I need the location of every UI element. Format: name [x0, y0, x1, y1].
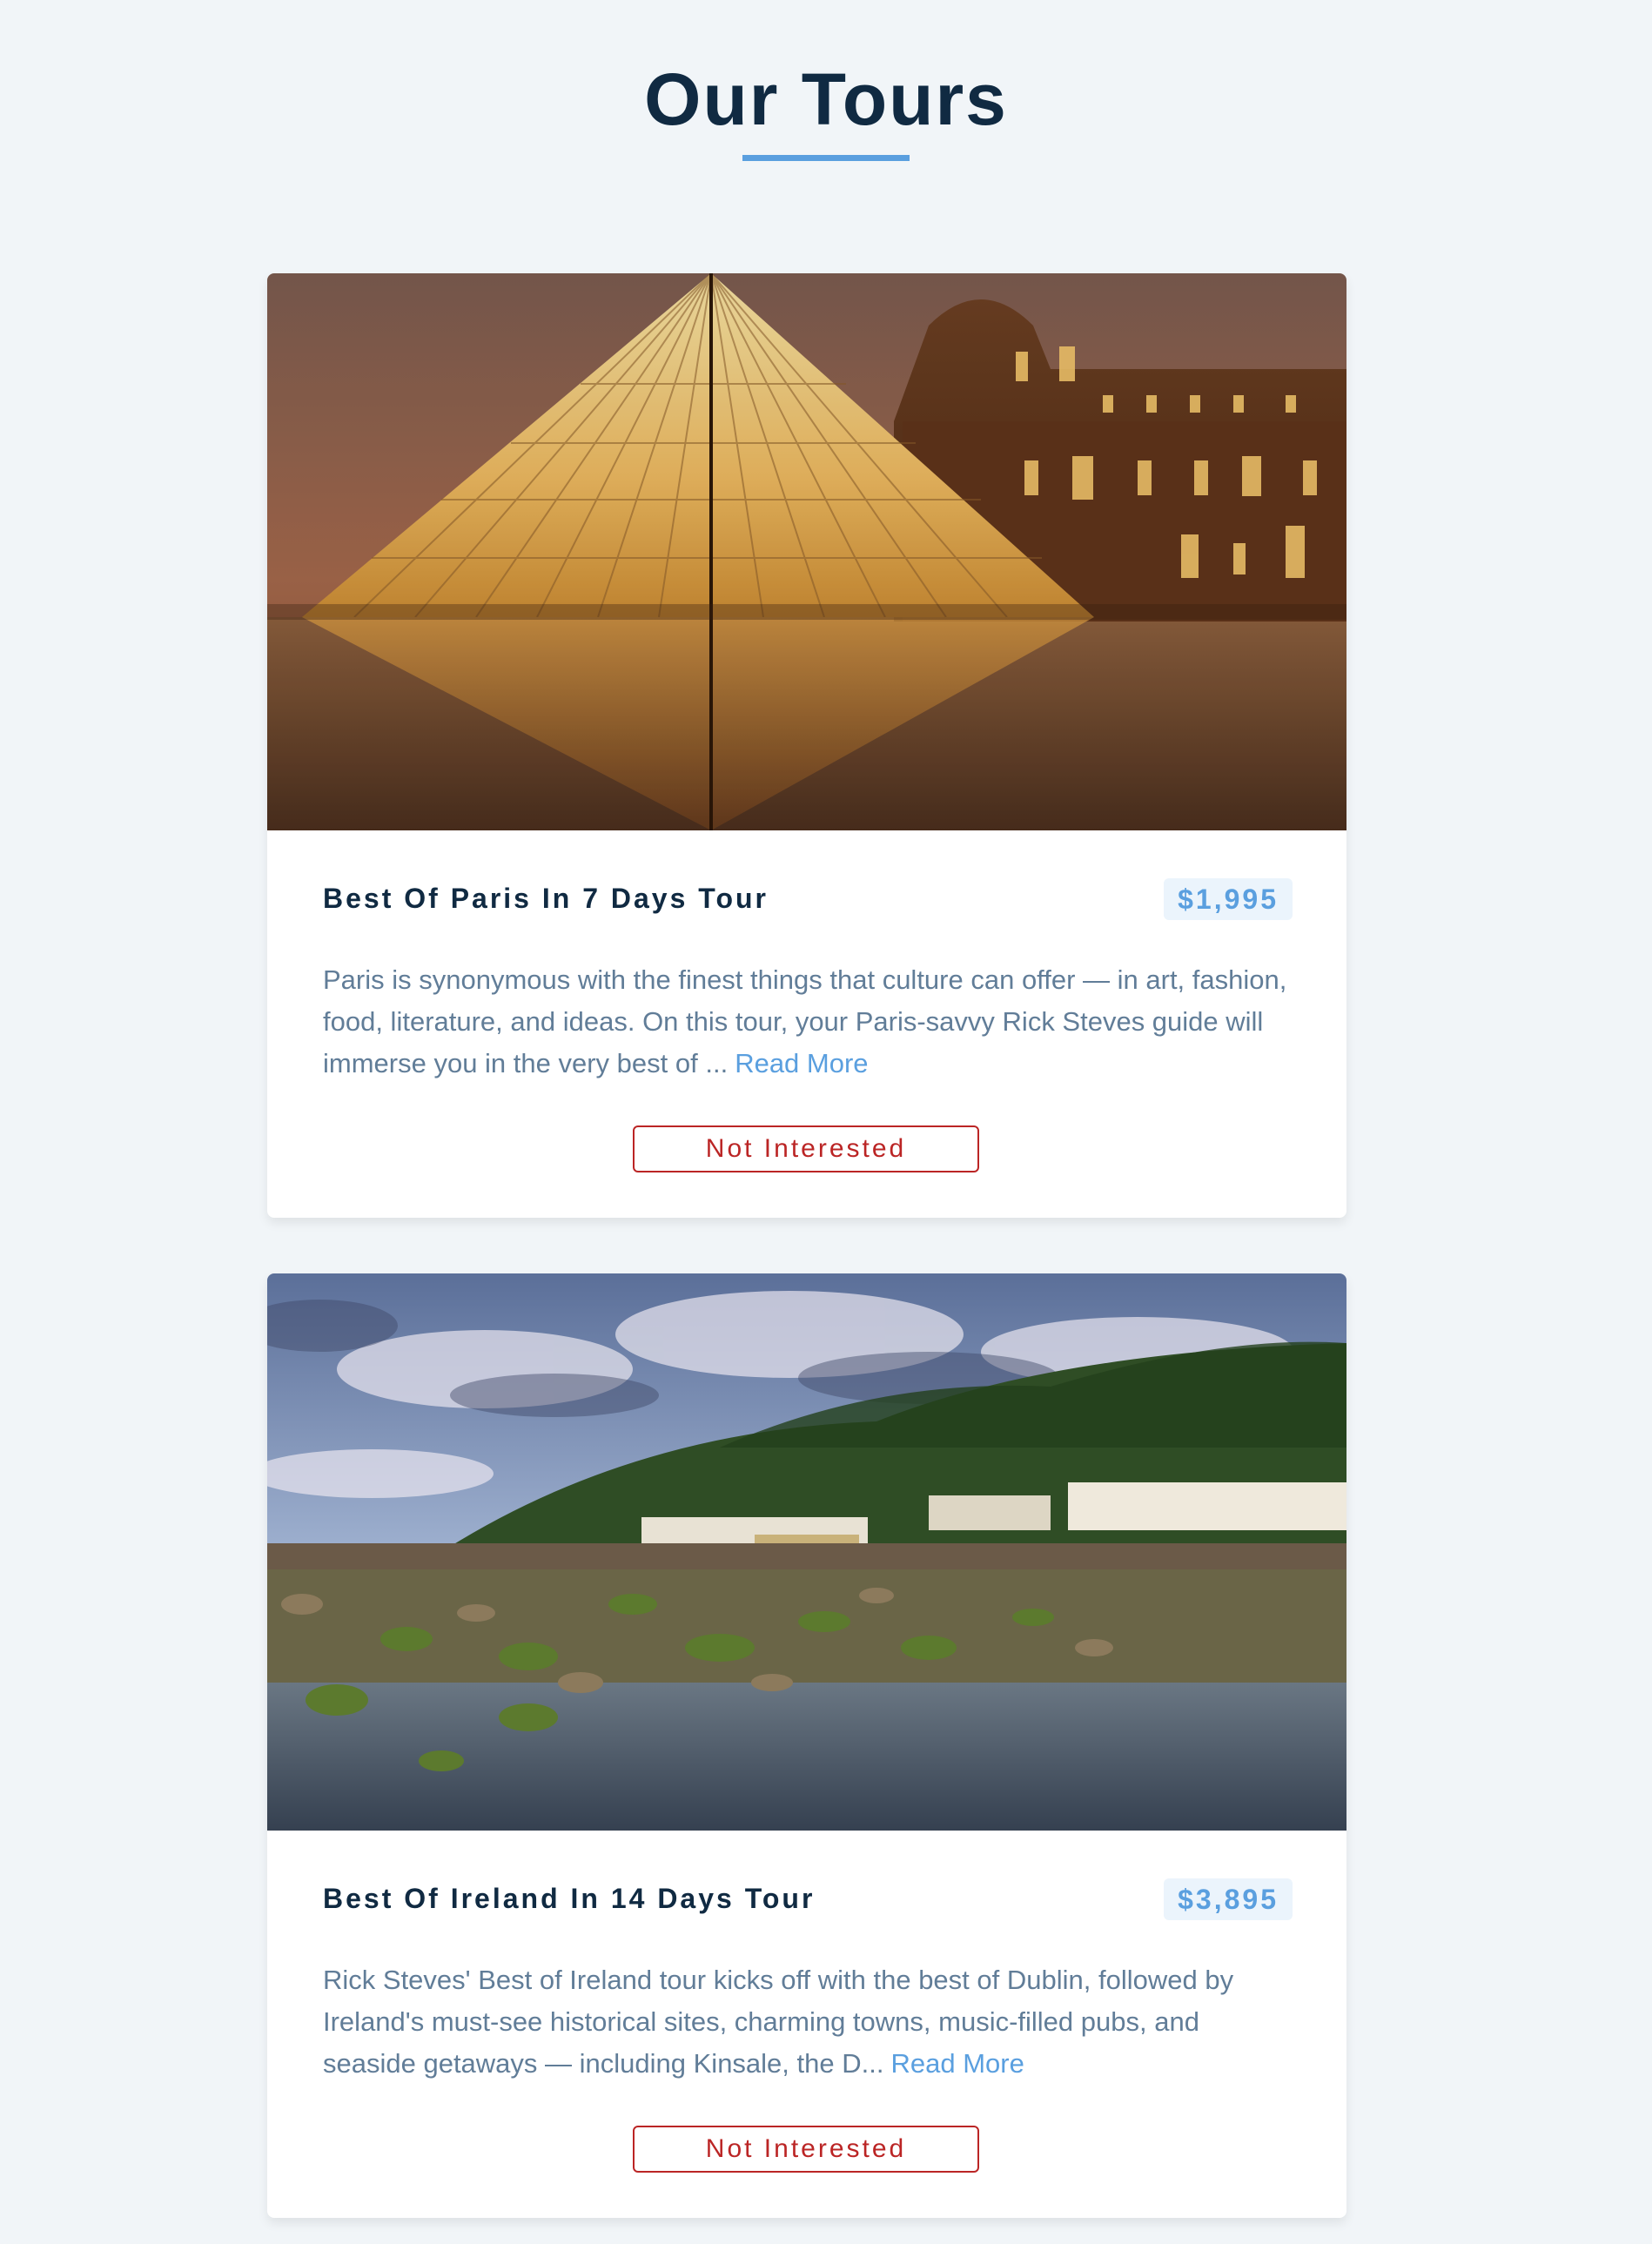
tours-page: Our Tours Best Of Paris In 7 Days Tour $…: [0, 0, 1652, 2244]
read-more-link[interactable]: Read More: [735, 1048, 868, 1078]
not-interested-button[interactable]: Not Interested: [633, 2126, 979, 2173]
page-title: Our Tours: [644, 58, 1008, 140]
tour-title: Best Of Ireland In 14 Days Tour: [323, 1883, 816, 1914]
tour-info-paris: Best Of Paris In 7 Days Tour $1,995 Pari…: [267, 830, 1346, 1218]
tour-price-badge: $1,995: [1164, 878, 1293, 920]
tour-price-badge: $3,895: [1164, 1878, 1293, 1920]
not-interested-button[interactable]: Not Interested: [633, 1125, 979, 1172]
title-underline: [742, 155, 910, 161]
tour-description-text: Rick Steves' Best of Ireland tour kicks …: [323, 1965, 1234, 2079]
tour-card-paris: Best Of Paris In 7 Days Tour $1,995 Pari…: [267, 273, 1346, 1218]
tour-title: Best Of Paris In 7 Days Tour: [323, 883, 769, 914]
tour-description: Rick Steves' Best of Ireland tour kicks …: [323, 1959, 1298, 2085]
tour-image-ireland: [267, 1273, 1346, 1831]
tour-card-ireland: Best Of Ireland In 14 Days Tour $3,895 R…: [267, 1273, 1346, 2218]
page-header: Our Tours: [0, 52, 1652, 161]
tour-image-paris: [267, 273, 1346, 830]
read-more-link[interactable]: Read More: [890, 2048, 1024, 2079]
tour-description: Paris is synonymous with the finest thin…: [323, 959, 1298, 1085]
tour-info-ireland: Best Of Ireland In 14 Days Tour $3,895 R…: [267, 1831, 1346, 2218]
